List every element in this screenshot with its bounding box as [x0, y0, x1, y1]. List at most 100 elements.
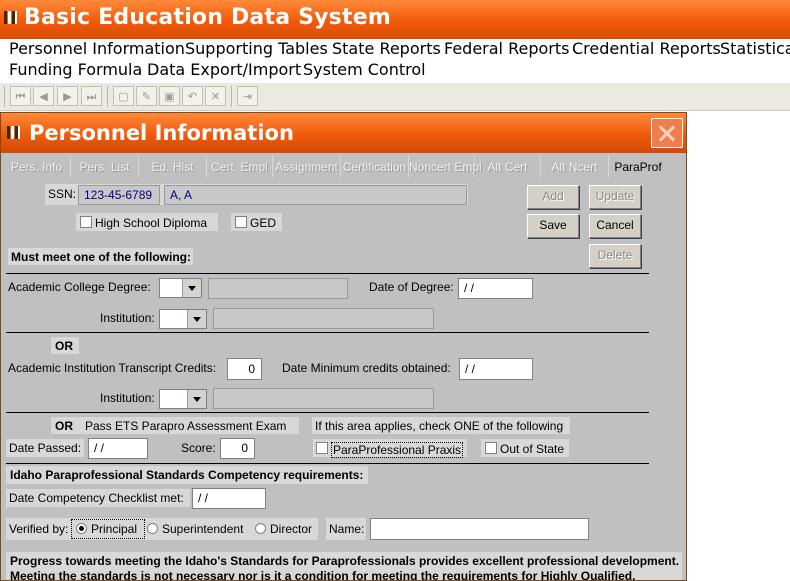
menu-federal-reports[interactable]: Federal Reports — [444, 39, 569, 58]
menu-funding-formula[interactable]: Funding Formula — [9, 60, 142, 79]
divider-line — [6, 463, 649, 464]
idaho-requirements-heading: Idaho Paraprofessional Standards Compete… — [10, 468, 364, 482]
score-label: Score: — [181, 441, 216, 455]
tab-cert-empl[interactable]: Cert. Empl — [207, 156, 273, 178]
college-degree-desc-field — [208, 278, 348, 299]
high-school-diploma-label: High School Diploma — [95, 216, 208, 230]
college-degree-select[interactable] — [159, 278, 202, 298]
menu-state-reports[interactable]: State Reports — [332, 39, 441, 58]
menu-supporting-tables[interactable]: Supporting Tables — [185, 39, 328, 58]
date-of-degree-label: Date of Degree: — [369, 280, 454, 294]
tab-alt-cert[interactable]: Alt Cert — [475, 156, 541, 178]
tab-assignment[interactable]: Assignment — [273, 156, 341, 178]
app-icon — [4, 11, 18, 24]
tab-pers-info[interactable]: Pers. Info — [3, 156, 71, 178]
next-record-icon[interactable]: ▶ — [57, 86, 78, 106]
window-title: Personnel Information — [29, 121, 294, 145]
last-record-icon[interactable]: ⏭ — [81, 86, 102, 106]
transcript-institution-desc-field — [213, 388, 434, 409]
progress-note-line2: Meeting the standards is not necessary n… — [10, 569, 636, 581]
personnel-information-window: Personnel Information Pers. Info Pers. L… — [0, 112, 687, 581]
paraprofessional-praxis-label: ParaProfessional Praxis — [331, 442, 464, 458]
tab-paraprof[interactable]: ParaProf — [609, 156, 667, 178]
transcript-credits-label: Academic Institution Transcript Credits: — [8, 361, 217, 375]
app-title-bar: Basic Education Data System — [0, 0, 790, 39]
college-degree-label: Academic College Degree: — [8, 280, 151, 294]
ets-exam-label: Pass ETS Parapro Assessment Exam — [85, 419, 287, 433]
cancel-button[interactable]: Cancel — [589, 214, 641, 238]
menu-system-control[interactable]: System Control — [303, 60, 426, 79]
or-label-2: OR — [55, 419, 73, 433]
score-field[interactable]: 0 — [220, 438, 255, 459]
toolbar: ⏮ ◀ ▶ ⏭ ▢ ✎ ▣ ↶ ✕ ⇥ — [0, 83, 790, 111]
save-record-icon[interactable]: ▣ — [159, 86, 180, 106]
superintendent-radio[interactable] — [147, 523, 158, 534]
delete-button[interactable]: Delete — [589, 244, 641, 268]
director-label: Director — [270, 522, 313, 536]
tab-ed-hist[interactable]: Ed. Hist — [139, 156, 207, 178]
update-button[interactable]: Update — [589, 185, 641, 209]
new-record-icon[interactable]: ▢ — [113, 86, 134, 106]
tab-certification[interactable]: Certification — [341, 156, 409, 178]
chevron-down-icon — [182, 279, 201, 297]
date-min-credits-field[interactable]: / / — [459, 358, 533, 380]
delete-record-icon[interactable]: ✕ — [205, 86, 226, 106]
transcript-institution-select[interactable] — [159, 389, 207, 409]
tab-noncert-empl[interactable]: Noncert Empl — [409, 156, 482, 178]
date-of-degree-field[interactable]: / / — [458, 278, 533, 299]
date-passed-field[interactable]: / / — [88, 438, 148, 459]
superintendent-label: Superintendent — [162, 522, 244, 536]
institution-select[interactable] — [159, 309, 207, 329]
ssn-label: SSN: — [48, 187, 77, 201]
date-passed-label: Date Passed: — [9, 441, 82, 455]
must-meet-heading: Must meet one of the following: — [11, 250, 191, 264]
director-radio[interactable] — [255, 523, 266, 534]
institution-desc-field — [213, 308, 434, 329]
tab-alt-ncert[interactable]: Alt Ncert — [541, 156, 609, 178]
app-title: Basic Education Data System — [24, 5, 391, 30]
menu-bar: Personnel Information Supporting Tables … — [0, 39, 790, 83]
chevron-down-icon — [187, 390, 206, 408]
menu-personnel-information[interactable]: Personnel Information — [9, 39, 185, 58]
verified-by-label: Verified by: — [9, 522, 69, 536]
ssn-field[interactable]: 123-45-6789 — [78, 185, 160, 205]
ged-checkbox[interactable] — [235, 216, 247, 228]
employee-name-field[interactable]: A, A — [164, 185, 467, 205]
close-icon[interactable] — [651, 118, 683, 148]
out-of-state-label: Out of State — [500, 442, 565, 456]
checklist-met-label: Date Competency Checklist met: — [9, 491, 184, 505]
window-icon — [7, 126, 21, 139]
divider-line — [6, 332, 649, 333]
add-button[interactable]: Add — [527, 185, 579, 209]
verifier-name-field[interactable] — [370, 518, 589, 540]
principal-label: Principal — [91, 522, 138, 536]
tab-pers-list[interactable]: Pers. List — [71, 156, 139, 178]
principal-radio[interactable] — [76, 523, 87, 534]
progress-note-line1: Progress towards meeting the Idaho's Sta… — [10, 554, 680, 568]
verifier-name-label: Name: — [329, 522, 365, 536]
transcript-credits-field[interactable]: 0 — [227, 358, 262, 380]
checklist-met-field[interactable]: / / — [192, 488, 266, 509]
paraprofessional-praxis-checkbox[interactable] — [316, 442, 328, 454]
or-label: OR — [55, 339, 73, 353]
save-button[interactable]: Save — [527, 214, 579, 238]
menu-credential-reports[interactable]: Credential Reports — [572, 39, 721, 58]
ged-label: GED — [250, 216, 277, 230]
out-of-state-checkbox[interactable] — [485, 442, 497, 454]
applies-note-label: If this area applies, check ONE of the f… — [315, 419, 564, 433]
chevron-down-icon — [187, 310, 206, 328]
menu-data-export-import[interactable]: Data Export/Import — [147, 60, 301, 79]
edit-record-icon[interactable]: ✎ — [136, 86, 157, 106]
undo-icon[interactable]: ↶ — [182, 86, 203, 106]
previous-record-icon[interactable]: ◀ — [33, 86, 54, 106]
institution-label-2: Institution: — [100, 391, 155, 405]
exit-icon[interactable]: ⇥ — [237, 86, 258, 106]
date-min-credits-label: Date Minimum credits obtained: — [282, 361, 451, 375]
menu-statistical[interactable]: Statistical — [720, 39, 790, 58]
divider-line — [6, 412, 649, 413]
institution-label: Institution: — [100, 311, 155, 325]
first-record-icon[interactable]: ⏮ — [10, 86, 31, 106]
divider-line — [6, 273, 649, 274]
window-title-bar: Personnel Information — [1, 113, 686, 153]
high-school-diploma-checkbox[interactable] — [80, 216, 92, 228]
